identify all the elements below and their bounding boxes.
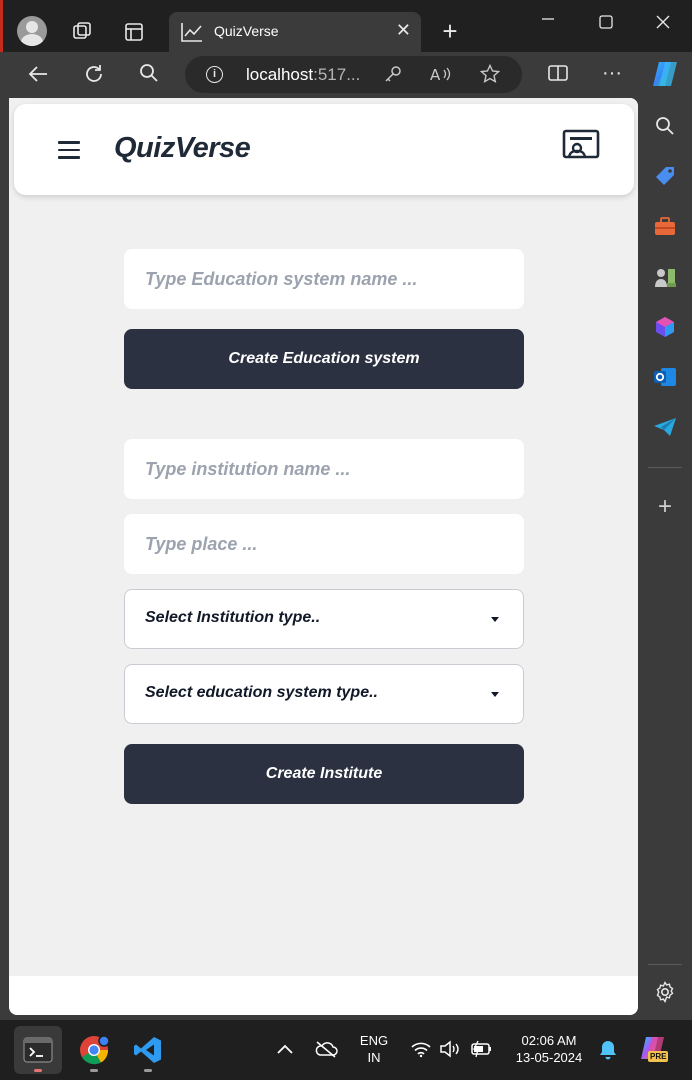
taskbar-vscode-icon[interactable] — [124, 1026, 172, 1074]
page-viewport: QuizVerse Create Education system Select… — [9, 98, 638, 1015]
url-path: :517... — [313, 65, 361, 84]
site-info-icon[interactable]: i — [206, 66, 223, 83]
education-system-type-select[interactable]: Select education system type.. — [124, 664, 524, 724]
battery-charging-icon[interactable] — [469, 1040, 493, 1063]
sidebar-search-icon[interactable] — [653, 114, 677, 138]
taskbar-chrome-icon[interactable] — [70, 1026, 118, 1074]
education-system-name-field — [124, 249, 524, 309]
window-edge-accent — [0, 0, 3, 52]
tab-actions-icon[interactable] — [122, 20, 146, 44]
sidebar-divider-bottom — [648, 964, 682, 965]
tab-favicon-chart-icon — [181, 22, 203, 47]
wifi-icon[interactable] — [410, 1040, 432, 1063]
close-window-icon[interactable] — [656, 13, 670, 34]
back-icon[interactable] — [27, 63, 49, 89]
show-hidden-icons-chevron-up-icon[interactable] — [276, 1042, 294, 1060]
institution-type-select-label: Select Institution type.. — [145, 609, 321, 626]
copilot-preview-badge: PRE — [648, 1051, 669, 1062]
create-institute-button[interactable]: Create Institute — [124, 744, 524, 804]
education-system-type-select-label: Select education system type.. — [145, 684, 378, 701]
copilot-icon[interactable] — [650, 60, 680, 92]
sidebar-settings-gear-icon[interactable] — [653, 980, 677, 1004]
refresh-icon[interactable] — [83, 63, 105, 89]
classroom-presentation-icon[interactable] — [562, 129, 600, 161]
tab-title: QuizVerse — [214, 23, 279, 39]
workspaces-icon[interactable] — [70, 20, 94, 44]
place-field — [124, 514, 524, 574]
outlook-icon[interactable] — [653, 365, 677, 389]
institution-type-select[interactable]: Select Institution type.. — [124, 589, 524, 649]
hamburger-menu-icon[interactable] — [58, 141, 80, 159]
institution-name-input[interactable] — [124, 439, 524, 499]
browser-navbar: i localhost:517... A ··· — [0, 52, 692, 98]
taskbar-active-indicator — [34, 1069, 42, 1072]
address-bar[interactable]: i localhost:517... A — [185, 56, 522, 93]
read-aloud-icon[interactable]: A — [430, 65, 452, 88]
tools-briefcase-icon[interactable] — [653, 215, 677, 239]
clock[interactable]: 02:06 AM 13-05-2024 — [503, 1032, 595, 1066]
microsoft-365-icon[interactable] — [653, 315, 677, 339]
chevron-down-icon — [491, 692, 499, 697]
new-tab-icon[interactable]: + — [438, 16, 462, 46]
clock-date: 13-05-2024 — [515, 1050, 583, 1065]
shopping-tag-icon[interactable] — [653, 164, 677, 188]
language-indicator[interactable]: ENG IN — [355, 1032, 393, 1066]
chevron-down-icon — [491, 617, 499, 622]
language-region: IN — [367, 1050, 381, 1065]
taskbar-terminal-icon[interactable] — [14, 1026, 62, 1074]
url-host: localhost — [246, 65, 314, 84]
maximize-icon[interactable] — [599, 13, 613, 34]
institution-name-field — [124, 439, 524, 499]
svg-text:A: A — [430, 66, 441, 83]
windows-taskbar: ENG IN 02:06 AM 13-05-2024 PRE — [0, 1020, 692, 1080]
edge-sidebar: + — [638, 98, 692, 1020]
games-chess-icon[interactable] — [653, 265, 677, 289]
tab-close-icon[interactable]: ✕ — [396, 20, 411, 41]
brand-title: QuizVerse — [114, 132, 251, 164]
sidebar-divider — [648, 467, 682, 468]
language-code: ENG — [359, 1033, 389, 1048]
profile-avatar-icon[interactable] — [17, 16, 47, 46]
volume-icon[interactable] — [439, 1040, 461, 1063]
split-screen-icon[interactable] — [547, 63, 569, 87]
education-system-name-input[interactable] — [124, 249, 524, 309]
more-options-icon[interactable]: ··· — [602, 62, 622, 84]
place-input[interactable] — [124, 514, 524, 574]
taskbar-running-indicator — [90, 1069, 98, 1072]
create-education-system-button[interactable]: Create Education system — [124, 329, 524, 389]
taskbar-running-indicator — [144, 1069, 152, 1072]
minimize-icon[interactable] — [541, 10, 555, 31]
taskbar-copilot-icon[interactable]: PRE — [638, 1034, 670, 1066]
send-telegram-icon[interactable] — [653, 415, 677, 439]
add-sidebar-app-icon[interactable]: + — [653, 493, 677, 520]
app-header: QuizVerse — [14, 104, 634, 195]
address-url: localhost:517... — [246, 65, 360, 85]
search-icon[interactable] — [139, 63, 159, 87]
favorite-star-icon[interactable] — [479, 63, 501, 89]
clock-time: 02:06 AM — [521, 1033, 577, 1048]
browser-titlebar: QuizVerse ✕ + — [0, 0, 692, 52]
key-icon[interactable] — [383, 64, 403, 89]
onedrive-offline-icon[interactable] — [314, 1040, 338, 1063]
notification-bell-icon[interactable] — [598, 1039, 618, 1066]
tab-quizverse[interactable]: QuizVerse ✕ — [169, 12, 421, 52]
